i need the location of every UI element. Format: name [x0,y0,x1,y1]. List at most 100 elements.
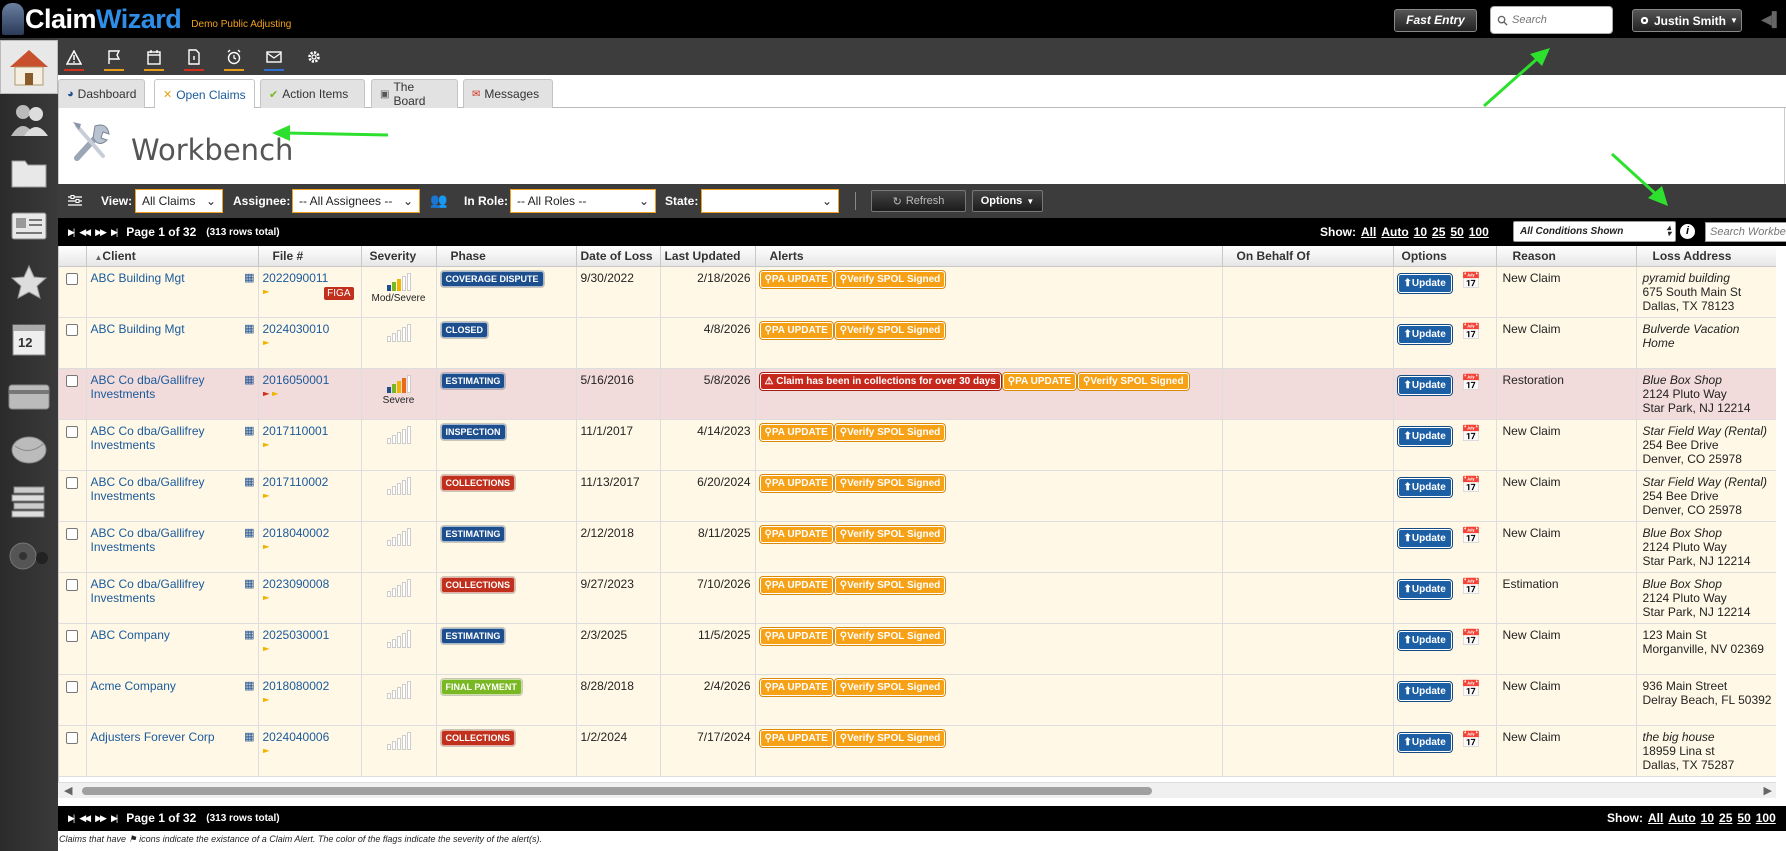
tab-messages[interactable]: ✉ Messages [463,79,553,108]
books-icon[interactable] [6,478,52,522]
show-100-link[interactable]: 100 [1469,225,1489,239]
update-button[interactable]: ⬆Update [1397,324,1452,344]
alert-badge[interactable]: ⚲Verify SPOL Signed [834,678,946,696]
alert-badge[interactable]: ⚲PA UPDATE [759,423,833,441]
tab-dashboard[interactable]: ◕ Dashboard [58,79,145,108]
calendar-day-icon[interactable]: 12 [6,316,52,360]
update-button[interactable]: ⬆Update [1397,579,1452,599]
fast-entry-button[interactable]: Fast Entry [1394,9,1477,32]
client-link[interactable]: ABC Building Mgt [91,322,241,336]
client-link[interactable]: ABC Co dba/Gallifrey Investments [91,373,241,401]
calculator-icon[interactable]: ▦ [244,730,254,743]
show-auto-link[interactable]: Auto [1668,811,1695,825]
table-row[interactable]: ABC Building Mgt ▦ 2022090011 FIGA Mod/S… [59,266,1776,318]
calculator-icon[interactable]: ▦ [244,424,254,437]
column-header-on-behalf-of[interactable]: On Behalf Of [1222,246,1394,267]
row-checkbox[interactable] [66,323,79,336]
alert-badge[interactable]: ⚲PA UPDATE [759,678,833,696]
file-number-link[interactable]: 2023090008 [263,577,330,591]
filter-list-icon[interactable] [68,195,82,207]
people-group-icon[interactable]: 👥 [430,192,447,209]
options-menu-button[interactable]: Options ▼ [972,190,1043,212]
prev-page-icon[interactable]: ◀◀ [79,227,91,238]
table-row[interactable]: ABC Co dba/Gallifrey Investments ▦ 20180… [59,521,1776,573]
table-row[interactable]: ABC Building Mgt ▦ 2024030010 CLOSED 4/8… [59,317,1776,369]
show-25-link[interactable]: 25 [1719,811,1732,825]
show-all-link[interactable]: All [1648,811,1663,825]
alert-badge[interactable]: ⚲PA UPDATE [759,321,833,339]
row-checkbox[interactable] [66,629,79,642]
tab-the-board[interactable]: ▣ The Board [371,79,458,108]
file-number-link[interactable]: 2018040002 [263,526,330,540]
alert-badge[interactable]: ⚲Verify SPOL Signed [834,525,946,543]
show-25-link[interactable]: 25 [1432,225,1445,239]
update-button[interactable]: ⬆Update [1397,273,1452,293]
document-icon[interactable] [181,43,207,71]
table-row[interactable]: ABC Company ▦ 2025030001 ESTIMATING 2/3/… [59,623,1776,675]
calculator-icon[interactable]: ▦ [244,577,254,590]
calculator-icon[interactable]: ▦ [244,322,254,335]
flag-icon[interactable] [101,43,127,71]
map-globe-icon[interactable] [6,428,52,472]
update-button[interactable]: ⬆Update [1397,681,1452,701]
calendar-clock-icon[interactable]: 📅 [1461,630,1481,647]
column-header-last-updated[interactable]: Last Updated [660,246,756,267]
row-checkbox[interactable] [66,731,79,744]
file-number-link[interactable]: 2018080002 [263,679,330,693]
table-row[interactable]: ABC Co dba/Gallifrey Investments ▦ 20171… [59,470,1776,522]
global-search-box[interactable] [1490,6,1613,34]
calendar-clock-icon[interactable]: 📅 [1461,273,1481,290]
calendar-clock-icon[interactable]: 📅 [1461,579,1481,596]
alert-badge[interactable]: ⚲PA UPDATE [759,474,833,492]
calendar-clock-icon[interactable]: 📅 [1461,681,1481,698]
calculator-icon[interactable]: ▦ [244,526,254,539]
update-button[interactable]: ⬆Update [1397,732,1452,752]
credit-card-icon[interactable] [6,374,52,418]
column-header-client[interactable]: ▲Client [86,246,259,267]
info-icon[interactable]: i [1680,224,1695,239]
column-header-severity[interactable]: Severity [361,246,437,267]
file-number-link[interactable]: 2025030001 [263,628,330,642]
calendar-clock-icon[interactable]: 📅 [1461,426,1481,443]
alert-badge[interactable]: ⚲Verify SPOL Signed [834,576,946,594]
alert-badge[interactable]: ⚲Verify SPOL Signed [834,321,946,339]
table-row[interactable]: Acme Company ▦ 2018080002 FINAL PAYMENT … [59,674,1776,726]
show-10-link[interactable]: 10 [1701,811,1714,825]
first-page-icon[interactable]: ▶| [68,813,75,824]
home-icon[interactable] [0,40,58,94]
table-row[interactable]: Adjusters Forever Corp ▦ 2024040006 COLL… [59,725,1776,777]
row-checkbox[interactable] [66,527,79,540]
column-header-options[interactable]: Options [1393,246,1497,267]
row-checkbox[interactable] [66,680,79,693]
table-row[interactable]: ABC Co dba/Gallifrey Investments ▦ 20171… [59,419,1776,471]
alert-badge[interactable]: ⚲PA UPDATE [759,729,833,747]
update-button[interactable]: ⬆Update [1397,528,1452,548]
tab-action-items[interactable]: ✔ Action Items [260,79,365,108]
client-link[interactable]: ABC Co dba/Gallifrey Investments [91,526,241,554]
column-header-alerts[interactable]: Alerts [755,246,1223,267]
row-checkbox[interactable] [66,578,79,591]
client-link[interactable]: Acme Company [91,679,241,693]
file-number-link[interactable]: 2017110001 [263,424,329,438]
first-page-icon[interactable]: ▶| [68,227,75,238]
calendar-clock-icon[interactable]: 📅 [1461,732,1481,749]
show-50-link[interactable]: 50 [1737,811,1750,825]
update-button[interactable]: ⬆Update [1397,477,1452,497]
table-row[interactable]: ABC Co dba/Gallifrey Investments ▦ 20230… [59,572,1776,624]
show-all-link[interactable]: All [1361,225,1376,239]
conditions-select[interactable]: All Conditions Shown ▴ ▾ [1513,221,1676,242]
alert-badge[interactable]: ⚲PA UPDATE [1002,372,1077,390]
folder-icon[interactable] [6,150,52,194]
global-search-input[interactable] [1512,14,1607,26]
assignee-select[interactable]: -- All Assignees -- ⌄ [292,189,420,213]
calendar-clock-icon[interactable]: 📅 [1461,375,1481,392]
file-number-link[interactable]: 2017110002 [263,475,329,489]
view-select[interactable]: All Claims ⌄ [135,189,223,213]
alert-badge[interactable]: ⚲PA UPDATE [759,270,833,288]
contact-card-icon[interactable] [6,204,52,248]
state-select[interactable]: ⌄ [701,189,839,213]
alert-badge[interactable]: ⚲Verify SPOL Signed [1078,372,1189,390]
next-page-icon[interactable]: ▶▶ [95,813,107,824]
user-menu-button[interactable]: Justin Smith ▼ [1632,9,1742,32]
app-logo[interactable]: Claim Wizard Demo Public Adjusting [2,2,291,36]
